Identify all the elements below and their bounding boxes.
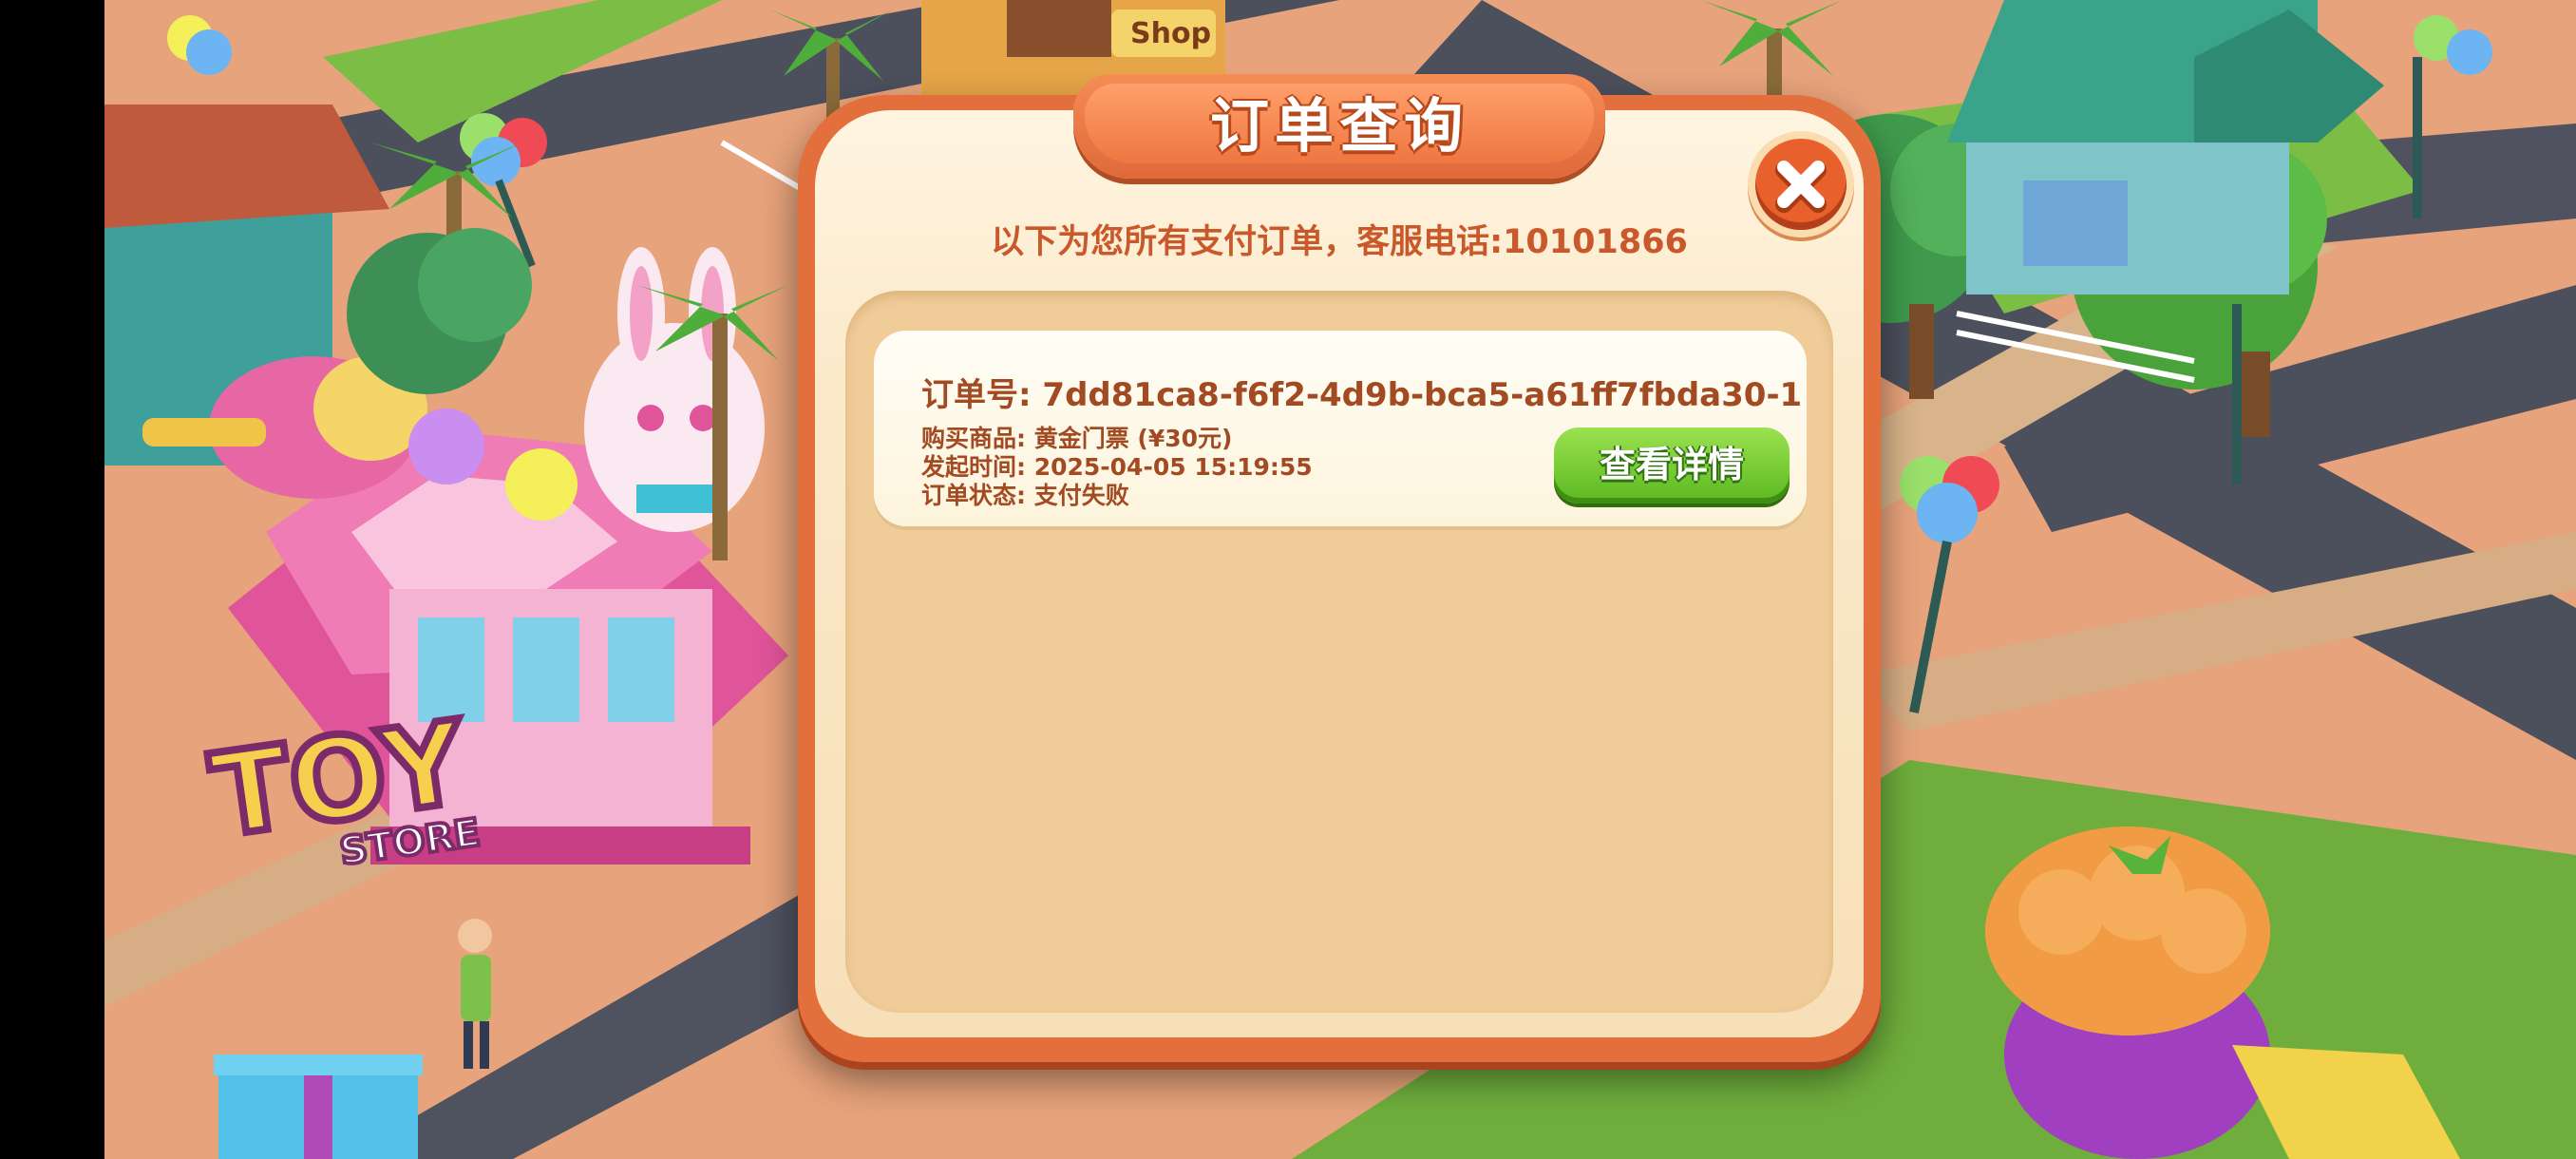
dialog-subtitle: 以下为您所有支付订单，客服电话:10101866	[991, 223, 1688, 261]
dialog-title: 订单查询	[1209, 91, 1468, 161]
order-card: 订单号: 7dd81ca8-f6f2-4d9b-bca5-a61ff7fbda3…	[874, 331, 1807, 526]
gift-box	[214, 1054, 423, 1159]
order-status: 订单状态: 支付失败	[921, 482, 1129, 509]
view-details-label: 查看详情	[1599, 444, 1744, 485]
letterbox-bar	[0, 0, 104, 1159]
dialog-title-tab: 订单查询	[1073, 74, 1605, 179]
order-query-dialog: 订单查询 以下为您所有支付订单，客服电话:10101866 订单号: 7dd81…	[798, 74, 1881, 1062]
order-id: 订单号: 7dd81ca8-f6f2-4d9b-bca5-a61ff7fbda3…	[921, 376, 1803, 414]
shop-sign: Shop	[1130, 17, 1211, 50]
game-screen: TOY STORE Shop 订单查询 以下为您所有支付订单，客服电话:1010…	[0, 0, 2576, 1159]
view-details-button[interactable]: 查看详情	[1554, 428, 1790, 504]
